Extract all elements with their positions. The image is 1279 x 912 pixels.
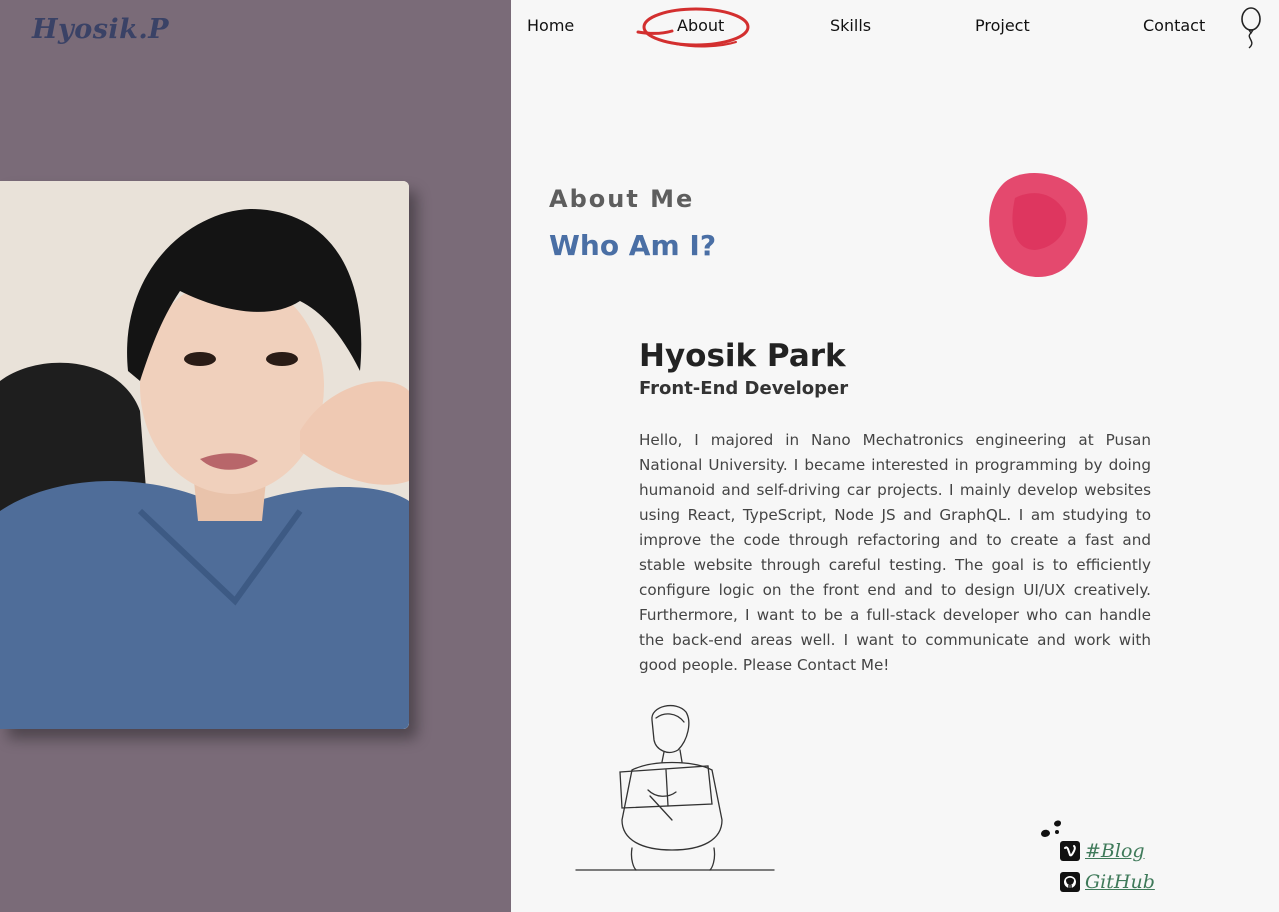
profile-name: Hyosik Park	[639, 338, 846, 374]
section-title: Who Am I?	[549, 229, 717, 262]
github-link[interactable]: GitHub	[1060, 871, 1155, 893]
balloon-icon[interactable]	[1237, 6, 1265, 50]
github-icon	[1060, 872, 1080, 892]
nav-skills[interactable]: Skills	[830, 16, 871, 35]
profile-bio: Hello, I majored in Nano Mechatronics en…	[639, 431, 1151, 674]
site-logo[interactable]: Hyosik.P	[32, 14, 169, 45]
section-eyebrow: About Me	[549, 185, 695, 213]
github-link-label[interactable]: GitHub	[1085, 871, 1155, 893]
paint-blob-icon	[989, 172, 1088, 278]
nav-about[interactable]: About	[677, 16, 724, 35]
blog-link[interactable]: #Blog	[1060, 840, 1145, 862]
nav-project[interactable]: Project	[975, 16, 1030, 35]
profile-role: Front-End Developer	[639, 378, 849, 399]
ink-drops-icon	[1041, 820, 1061, 837]
vimeo-icon	[1060, 841, 1080, 861]
profile-photo	[0, 181, 409, 729]
blog-link-label[interactable]: #Blog	[1085, 840, 1145, 862]
reading-person-illustration	[575, 704, 775, 871]
nav-home[interactable]: Home	[527, 16, 574, 35]
nav-contact[interactable]: Contact	[1143, 16, 1205, 35]
